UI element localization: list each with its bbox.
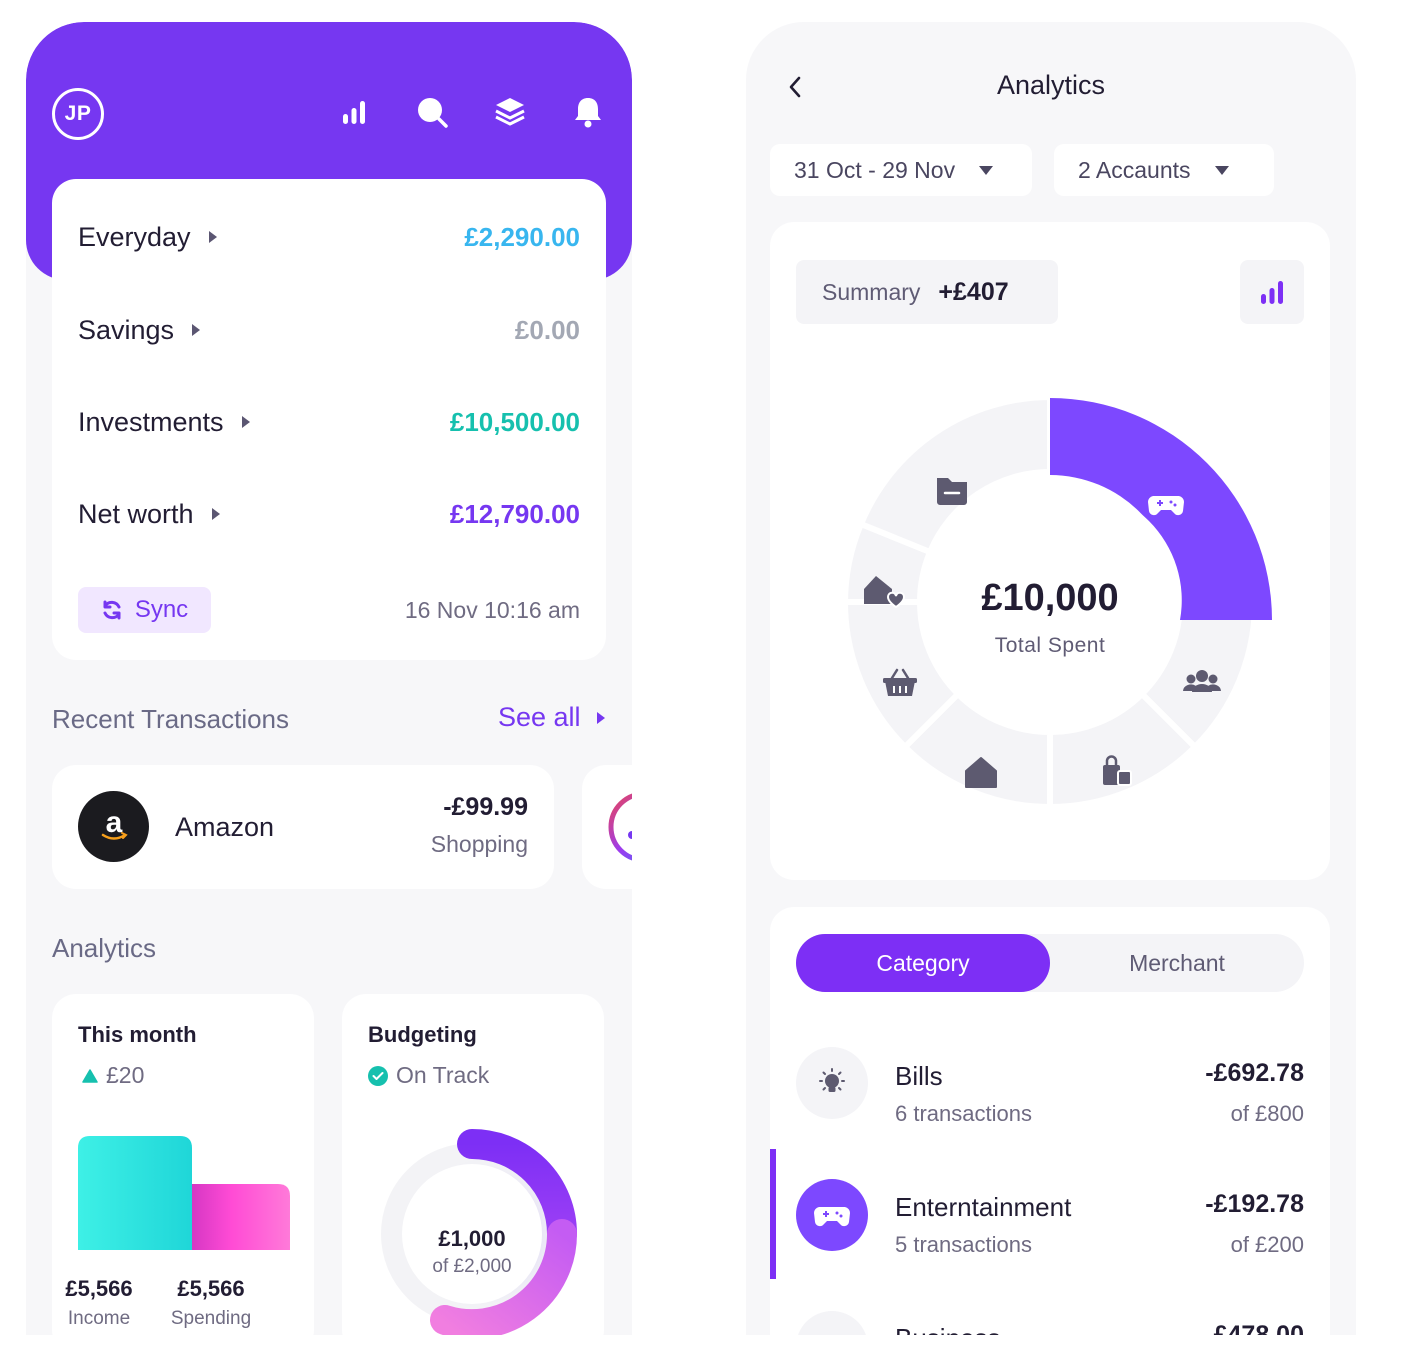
up-triangle-icon [82, 1068, 98, 1083]
arrow-right-icon [241, 416, 250, 428]
account-value: £12,790.00 [449, 498, 580, 529]
category-donut [841, 393, 1272, 811]
category-amount: -£478.00 [1205, 1321, 1304, 1335]
see-all-link[interactable]: See all [498, 702, 605, 733]
account-row-savings[interactable]: Savings £0.00 [78, 310, 580, 350]
category-count: 6 transactions [895, 1101, 1032, 1126]
this-month-card[interactable]: This month £20 £5,566 £5,566 Income Spen… [52, 994, 314, 1335]
total-spent-value: £10,000 [981, 577, 1119, 619]
sync-label: Sync [134, 596, 189, 623]
category-name: Enterntainment [895, 1192, 1072, 1222]
account-name: Net worth [78, 498, 194, 529]
arrow-right-icon [192, 324, 201, 336]
account-row-net-worth[interactable]: Net worth £12,790.00 [78, 494, 580, 534]
bell-icon[interactable] [570, 94, 606, 130]
accounts-filter-value: 2 Accaunts [1078, 156, 1191, 183]
arrow-right-icon [208, 231, 217, 243]
budget-amount: £1,000 [438, 1226, 506, 1251]
accounts-card: Everyday £2,290.00 Savings £0.00 Investm… [52, 179, 606, 660]
analytics-screen: Analytics 31 Oct - 29 Nov 2 Accaunts Sum… [746, 22, 1356, 1335]
budget-of-label: of £2,000 [432, 1256, 512, 1277]
home-screen: JP Everyday £2,290.00 Savings £0.00 Inve… [26, 22, 632, 1335]
briefcase-icon [796, 1311, 868, 1335]
transaction-merchant: Amazon [175, 812, 275, 842]
bar-chart-icon[interactable] [336, 94, 372, 130]
this-month-delta: £20 [106, 1062, 145, 1088]
category-list-card: Category Merchant Bills 6 transactions -… [770, 907, 1330, 1335]
account-name: Everyday [78, 221, 191, 252]
arrow-right-icon [211, 508, 220, 520]
income-spending-chart [78, 1136, 290, 1250]
category-row-entertainment[interactable]: Enterntainment 5 transactions -£192.78 o… [770, 1149, 1330, 1279]
arrow-right-icon [596, 711, 605, 724]
budgeting-title: Budgeting [368, 1022, 477, 1047]
account-name: Savings [78, 314, 175, 345]
layers-icon[interactable] [492, 94, 528, 130]
this-month-title: This month [78, 1022, 197, 1047]
transaction-category: Shopping [430, 831, 528, 857]
sync-icon [103, 600, 121, 620]
game-controller-icon [796, 1179, 868, 1251]
category-count: 5 transactions [895, 1232, 1032, 1257]
spending-bar [192, 1184, 290, 1250]
tab-merchant[interactable]: Merchant [1050, 934, 1304, 992]
income-label: Income [67, 1308, 131, 1329]
lightbulb-icon [796, 1047, 868, 1119]
account-name: Investments [78, 406, 224, 437]
sync-timestamp: 16 Nov 10:16 am [404, 597, 580, 623]
analytics-section-title: Analytics [52, 933, 157, 963]
spending-chart-card: Summary +£407 £10,000 Total Spent [770, 222, 1330, 880]
category-row-business[interactable]: Business -£478.00 [770, 1281, 1330, 1335]
budgeting-card[interactable]: Budgeting On Track £1,000 of £2,000 [342, 994, 604, 1335]
view-toggle: Category Merchant [796, 934, 1304, 992]
amazon-logo-icon: a [78, 791, 149, 862]
income-bar [78, 1136, 192, 1250]
folder-icon [937, 478, 967, 505]
check-circle-icon [368, 1065, 388, 1086]
category-budget: of £200 [1230, 1232, 1304, 1257]
category-amount: -£192.78 [1205, 1190, 1304, 1218]
accounts-dropdown[interactable]: 2 Accaunts [1054, 144, 1274, 196]
category-budget: of £800 [1230, 1101, 1304, 1126]
svg-text:a: a [105, 807, 122, 839]
spending-label: Spending [170, 1308, 252, 1329]
search-icon[interactable] [414, 94, 450, 130]
tab-category[interactable]: Category [796, 934, 1050, 992]
budgeting-status: On Track [396, 1062, 490, 1088]
transaction-amount: -£99.99 [443, 793, 528, 821]
avatar[interactable]: JP [52, 88, 104, 140]
account-value: £10,500.00 [449, 406, 580, 437]
category-row-bills[interactable]: Bills 6 transactions -£692.78 of £800 [770, 1017, 1330, 1147]
date-range-dropdown[interactable]: 31 Oct - 29 Nov [770, 144, 1032, 196]
selected-indicator [770, 1149, 776, 1279]
caret-down-icon [979, 165, 994, 175]
transaction-card[interactable] [582, 765, 632, 889]
transaction-card[interactable]: a Amazon -£99.99 Shopping [52, 765, 554, 889]
spending-value: £5,566 [177, 1276, 245, 1301]
merchant-logo-icon [608, 793, 632, 861]
date-range-value: 31 Oct - 29 Nov [794, 156, 956, 183]
account-row-everyday[interactable]: Everyday £2,290.00 [78, 217, 580, 257]
sync-button[interactable]: Sync [78, 587, 211, 633]
category-amount: -£692.78 [1205, 1059, 1304, 1087]
account-value: £2,290.00 [464, 221, 580, 252]
caret-down-icon [1214, 165, 1229, 175]
category-name: Business [895, 1323, 1001, 1335]
account-row-investments[interactable]: Investments £10,500.00 [78, 402, 580, 442]
screen-title: Analytics [996, 70, 1106, 100]
account-value: £0.00 [514, 314, 580, 345]
recent-transactions-title: Recent Transactions [52, 704, 290, 734]
category-name: Bills [895, 1061, 943, 1091]
income-value: £5,566 [65, 1276, 133, 1301]
see-all-label: See all [498, 702, 581, 732]
total-spent-label: Total Spent [994, 634, 1106, 657]
